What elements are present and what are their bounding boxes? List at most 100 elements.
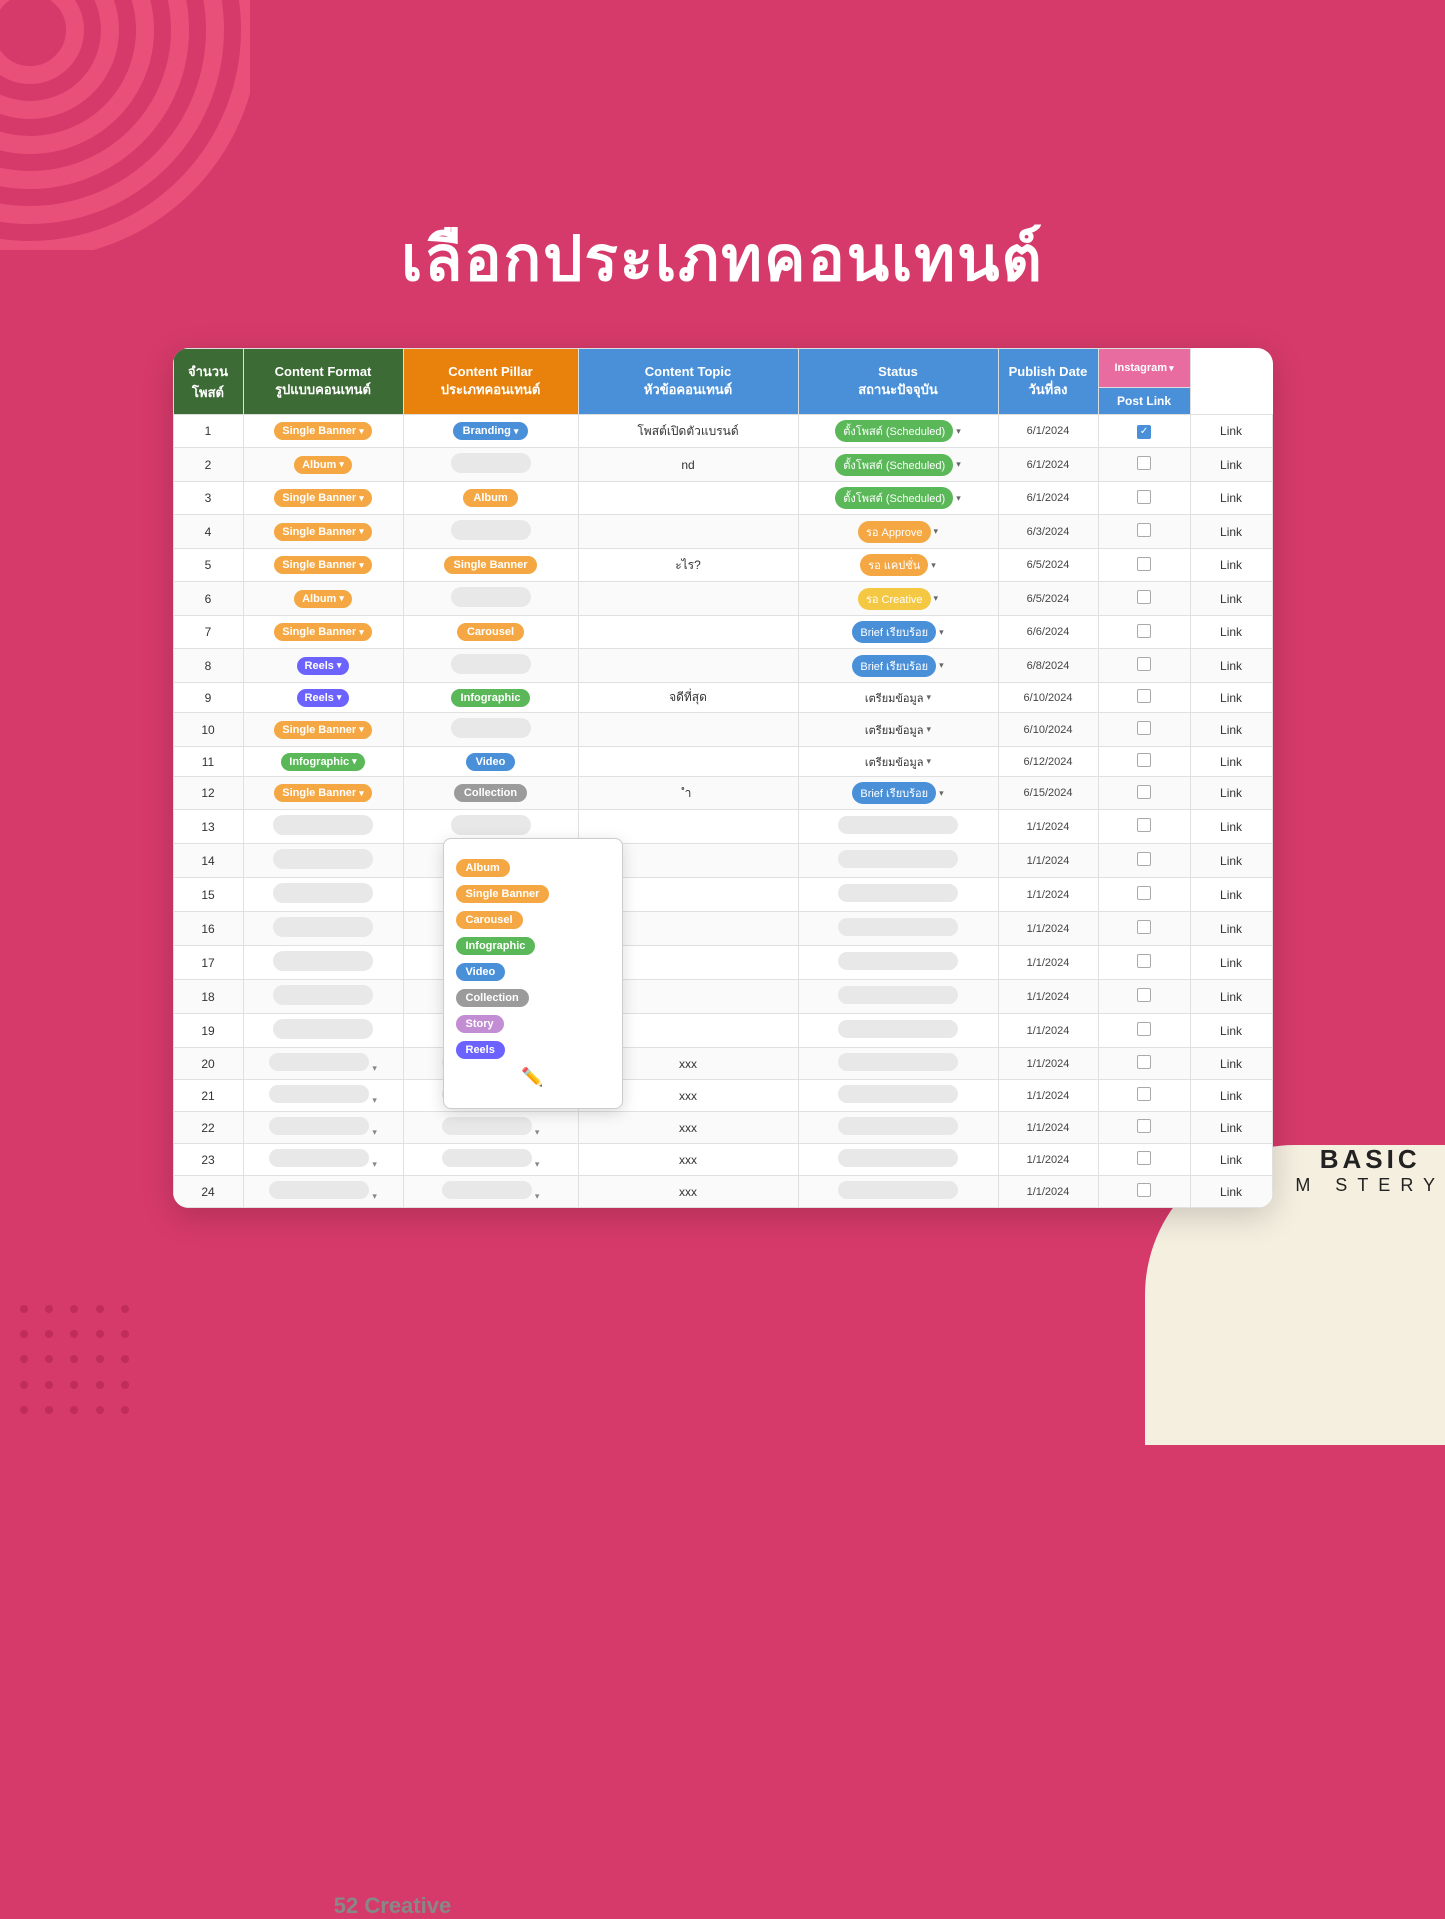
status-cell[interactable]: รอ Approve ▾ [798,515,998,549]
status-cell[interactable] [798,810,998,844]
format-badge[interactable]: Album [294,456,352,474]
status-cell[interactable]: Brief เรียบร้อย ▾ [798,649,998,683]
checkbox-cell[interactable] [1098,1048,1190,1080]
checkbox-cell[interactable] [1098,1144,1190,1176]
checkbox[interactable] [1137,557,1151,571]
link-cell[interactable]: Link [1190,1112,1272,1144]
checkbox-cell[interactable] [1098,810,1190,844]
checkbox[interactable] [1137,1055,1151,1069]
link-cell[interactable]: Link [1190,683,1272,713]
link-cell[interactable]: Link [1190,1014,1272,1048]
format-badge[interactable]: Single Banner [274,721,372,739]
status-cell[interactable] [798,1080,998,1112]
checkbox-cell[interactable] [1098,777,1190,810]
checkbox-cell[interactable] [1098,649,1190,683]
checkbox[interactable] [1137,590,1151,604]
status-badge[interactable]: รอ แคปชั่น [860,554,928,576]
link-cell[interactable]: Link [1190,1144,1272,1176]
header-instagram[interactable]: Instagram [1098,349,1190,388]
format-badge[interactable]: Single Banner [274,784,372,802]
checkbox-cell[interactable] [1098,1112,1190,1144]
checkbox-cell[interactable] [1098,844,1190,878]
dropdown-item-album[interactable]: Album [456,859,610,877]
checkbox-cell[interactable] [1098,616,1190,649]
status-cell[interactable] [798,1144,998,1176]
link-cell[interactable]: Link [1190,482,1272,515]
link-cell[interactable]: Link [1190,844,1272,878]
link-cell[interactable]: Link [1190,747,1272,777]
link-cell[interactable]: Link [1190,777,1272,810]
checkbox-cell[interactable] [1098,448,1190,482]
link-cell[interactable]: Link [1190,1176,1272,1208]
pillar-badge[interactable]: Branding [453,422,529,440]
checkbox[interactable] [1137,523,1151,537]
checkbox[interactable] [1137,753,1151,767]
dropdown-item-story[interactable]: Story [456,1015,610,1033]
status-cell[interactable]: ตั้งโพสต์ (Scheduled) ▾ [798,482,998,515]
checkbox-cell[interactable] [1098,582,1190,616]
checkbox-cell[interactable] [1098,482,1190,515]
status-cell[interactable]: เตรียมข้อมูล ▾ [798,713,998,747]
checkbox[interactable]: ✓ [1137,425,1151,439]
checkbox-cell[interactable]: ✓ [1098,415,1190,448]
status-cell[interactable]: ตั้งโพสต์ (Scheduled) ▾ [798,448,998,482]
status-cell[interactable] [798,1014,998,1048]
link-cell[interactable]: Link [1190,713,1272,747]
dropdown-item-video[interactable]: Video [456,963,610,981]
link-cell[interactable]: Link [1190,878,1272,912]
content-type-dropdown[interactable]: Album Single Banner Carousel Infographic… [443,838,623,1109]
checkbox[interactable] [1137,1022,1151,1036]
checkbox[interactable] [1137,852,1151,866]
dropdown-item-carousel[interactable]: Carousel [456,911,610,929]
checkbox[interactable] [1137,490,1151,504]
dropdown-item-infographic[interactable]: Infographic [456,937,610,955]
format-badge[interactable]: Single Banner [274,489,372,507]
checkbox-cell[interactable] [1098,912,1190,946]
checkbox-cell[interactable] [1098,946,1190,980]
link-cell[interactable]: Link [1190,1048,1272,1080]
link-cell[interactable]: Link [1190,1080,1272,1112]
dropdown-item-pencil[interactable]: ✏️ [456,1067,610,1088]
status-cell[interactable] [798,946,998,980]
checkbox[interactable] [1137,886,1151,900]
format-badge[interactable]: Single Banner [274,623,372,641]
checkbox-cell[interactable] [1098,1014,1190,1048]
status-cell[interactable] [798,1112,998,1144]
status-badge[interactable]: รอ Approve [858,521,931,543]
format-badge[interactable]: Single Banner [274,556,372,574]
status-cell[interactable]: Brief เรียบร้อย ▾ [798,777,998,810]
checkbox[interactable] [1137,624,1151,638]
status-badge[interactable]: Brief เรียบร้อย [852,621,936,643]
status-badge[interactable]: Brief เรียบร้อย [852,782,936,804]
checkbox[interactable] [1137,954,1151,968]
format-badge[interactable]: Infographic [281,753,364,771]
status-cell[interactable]: รอ แคปชั่น ▾ [798,549,998,582]
checkbox[interactable] [1137,785,1151,799]
link-cell[interactable]: Link [1190,946,1272,980]
checkbox-cell[interactable] [1098,747,1190,777]
status-badge[interactable]: เตรียมข้อมูล [865,721,924,739]
format-badge[interactable]: Reels [297,657,350,675]
checkbox[interactable] [1137,1087,1151,1101]
dropdown-item-single-banner[interactable]: Single Banner [456,885,610,903]
checkbox-cell[interactable] [1098,878,1190,912]
status-cell[interactable]: เตรียมข้อมูล ▾ [798,683,998,713]
checkbox[interactable] [1137,1151,1151,1165]
link-cell[interactable]: Link [1190,649,1272,683]
status-cell[interactable] [798,1176,998,1208]
status-cell[interactable] [798,1048,998,1080]
checkbox-cell[interactable] [1098,549,1190,582]
link-cell[interactable]: Link [1190,448,1272,482]
format-badge[interactable]: Single Banner [274,523,372,541]
checkbox[interactable] [1137,988,1151,1002]
status-cell[interactable]: Brief เรียบร้อย ▾ [798,616,998,649]
format-badge[interactable]: Reels [297,689,350,707]
status-badge[interactable]: เตรียมข้อมูล [865,753,924,771]
checkbox-cell[interactable] [1098,1176,1190,1208]
link-cell[interactable]: Link [1190,549,1272,582]
dropdown-item-collection[interactable]: Collection [456,989,610,1007]
status-cell[interactable] [798,878,998,912]
status-badge[interactable]: เตรียมข้อมูล [865,689,924,707]
link-cell[interactable]: Link [1190,912,1272,946]
link-cell[interactable]: Link [1190,616,1272,649]
